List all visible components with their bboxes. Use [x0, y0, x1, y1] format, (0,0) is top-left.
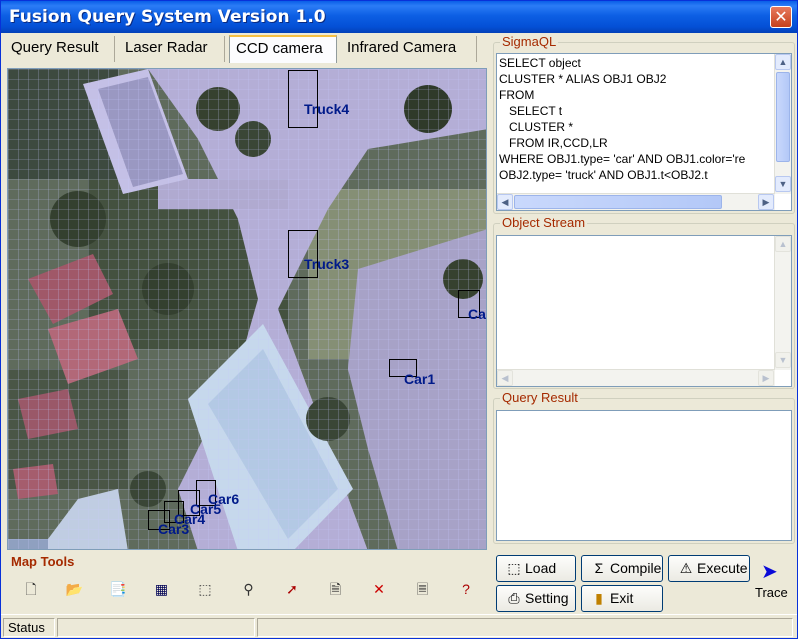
- properties-icon[interactable]: 🗎: [323, 577, 349, 601]
- setting-button[interactable]: ⎙ Setting: [496, 585, 576, 612]
- compile-label: Compile: [610, 560, 662, 576]
- setting-label: Setting: [525, 590, 569, 606]
- status-pane-2: [57, 618, 255, 637]
- scroll-right-icon[interactable]: ▶: [758, 194, 774, 210]
- map-view[interactable]: Truck4 Truck3 Ca Car1 Car6 Car5 Car4 Car…: [7, 68, 487, 550]
- tab-ccd-camera[interactable]: CCD camera: [229, 35, 337, 63]
- query-result-label: Query Result: [500, 390, 580, 405]
- scroll-up-icon[interactable]: ▲: [775, 54, 791, 70]
- sql-line: CLUSTER *: [499, 120, 574, 134]
- scroll-thumb[interactable]: [514, 195, 722, 209]
- query-result-group: Query Result: [493, 390, 795, 544]
- title-bar[interactable]: Fusion Query System Version 1.0 ✕: [1, 1, 797, 33]
- map-tools-label: Map Tools: [11, 554, 75, 569]
- scroll-left-icon[interactable]: ◀: [497, 194, 513, 210]
- sql-line: WHERE OBJ1.type= 'car' AND OBJ1.color='r…: [499, 152, 746, 166]
- sigmaql-editor[interactable]: SELECT object CLUSTER * ALIAS OBJ1 OBJ2 …: [496, 53, 792, 211]
- object-label-truck4[interactable]: Truck4: [304, 101, 349, 117]
- object-label-car-edge[interactable]: Ca: [468, 306, 486, 322]
- sql-line: FROM IR,CCD,LR: [499, 136, 608, 150]
- help-icon[interactable]: ?: [453, 577, 479, 601]
- sigma-icon: Σ: [594, 560, 604, 576]
- object-label-car3[interactable]: Car3: [158, 521, 189, 537]
- load-label: Load: [525, 560, 557, 576]
- sigmaql-vertical-scrollbar[interactable]: ▲ ▼: [774, 54, 791, 194]
- table-icon[interactable]: ▦: [149, 577, 175, 601]
- printer-icon: ⎙: [508, 590, 520, 606]
- sql-line: SELECT t: [499, 104, 563, 118]
- document-icon[interactable]: 🗏: [410, 577, 436, 601]
- tab-laser-radar[interactable]: Laser Radar: [119, 36, 225, 62]
- object-stream-label: Object Stream: [500, 215, 588, 230]
- object-stream-vertical-scrollbar[interactable]: ▲ ▼: [774, 236, 791, 370]
- sigmaql-horizontal-scrollbar[interactable]: ◀ ▶: [497, 193, 775, 210]
- aerial-image: [8, 69, 486, 549]
- tab-infrared-camera[interactable]: Infrared Camera: [341, 36, 477, 62]
- pointer-icon[interactable]: ➚: [279, 577, 305, 601]
- trace-label[interactable]: Trace: [755, 585, 788, 600]
- load-button[interactable]: ⬚ Load: [496, 555, 576, 582]
- export-icon[interactable]: 📑: [105, 577, 131, 601]
- close-icon: ✕: [774, 7, 788, 26]
- object-stream-horizontal-scrollbar[interactable]: ◀ ▶: [497, 369, 775, 386]
- new-file-icon[interactable]: 🗋: [18, 577, 44, 601]
- tab-query-result[interactable]: Query Result: [5, 36, 115, 62]
- identify-icon[interactable]: ⚲: [236, 577, 262, 601]
- close-button[interactable]: ✕: [770, 6, 792, 28]
- execute-button[interactable]: ⚠ Execute: [668, 555, 750, 582]
- status-bar: Status: [1, 614, 797, 638]
- exit-button[interactable]: ▮ Exit: [581, 585, 663, 612]
- status-pane-3: [257, 618, 793, 637]
- object-label-truck3[interactable]: Truck3: [304, 256, 349, 272]
- main-window: Fusion Query System Version 1.0 ✕ Query …: [0, 0, 798, 639]
- trace-arrow-icon[interactable]: ➤: [761, 562, 783, 582]
- sql-line: SELECT object: [499, 56, 581, 70]
- sql-line: OBJ2.type= 'truck' AND OBJ1.t<OBJ2.t: [499, 168, 708, 182]
- query-result-list[interactable]: [496, 410, 792, 541]
- sensor-tabs: Query Result Laser Radar CCD camera Infr…: [5, 35, 487, 64]
- object-stream-list[interactable]: ▲ ▼ ◀ ▶: [496, 235, 792, 387]
- sql-line: FROM: [499, 88, 535, 102]
- sigmaql-label: SigmaQL: [500, 34, 559, 49]
- scroll-up-icon[interactable]: ▲: [775, 236, 791, 252]
- load-icon: ⬚: [507, 560, 521, 576]
- exit-label: Exit: [610, 590, 634, 606]
- execute-icon: ⚠: [679, 560, 693, 576]
- object-label-car1[interactable]: Car1: [404, 371, 435, 387]
- open-folder-icon[interactable]: 📂: [62, 577, 88, 601]
- object-stream-group: Object Stream ▲ ▼ ◀ ▶: [493, 215, 795, 389]
- delete-icon[interactable]: ✕: [366, 577, 392, 601]
- status-text: Status: [3, 618, 55, 637]
- detection-box-truck4[interactable]: [288, 70, 318, 128]
- scroll-down-icon[interactable]: ▼: [775, 352, 791, 368]
- compile-button[interactable]: Σ Compile: [581, 555, 663, 582]
- scroll-left-icon[interactable]: ◀: [497, 370, 513, 386]
- window-title: Fusion Query System Version 1.0: [9, 7, 326, 27]
- execute-label: Execute: [697, 560, 748, 576]
- select-region-icon[interactable]: ⬚: [192, 577, 218, 601]
- exit-door-icon: ▮: [595, 590, 603, 606]
- sql-line: CLUSTER * ALIAS OBJ1 OBJ2: [499, 72, 667, 86]
- scroll-down-icon[interactable]: ▼: [775, 176, 791, 192]
- sigmaql-group: SigmaQL SELECT object CLUSTER * ALIAS OB…: [493, 34, 795, 214]
- scroll-thumb[interactable]: [776, 72, 790, 162]
- scroll-right-icon[interactable]: ▶: [758, 370, 774, 386]
